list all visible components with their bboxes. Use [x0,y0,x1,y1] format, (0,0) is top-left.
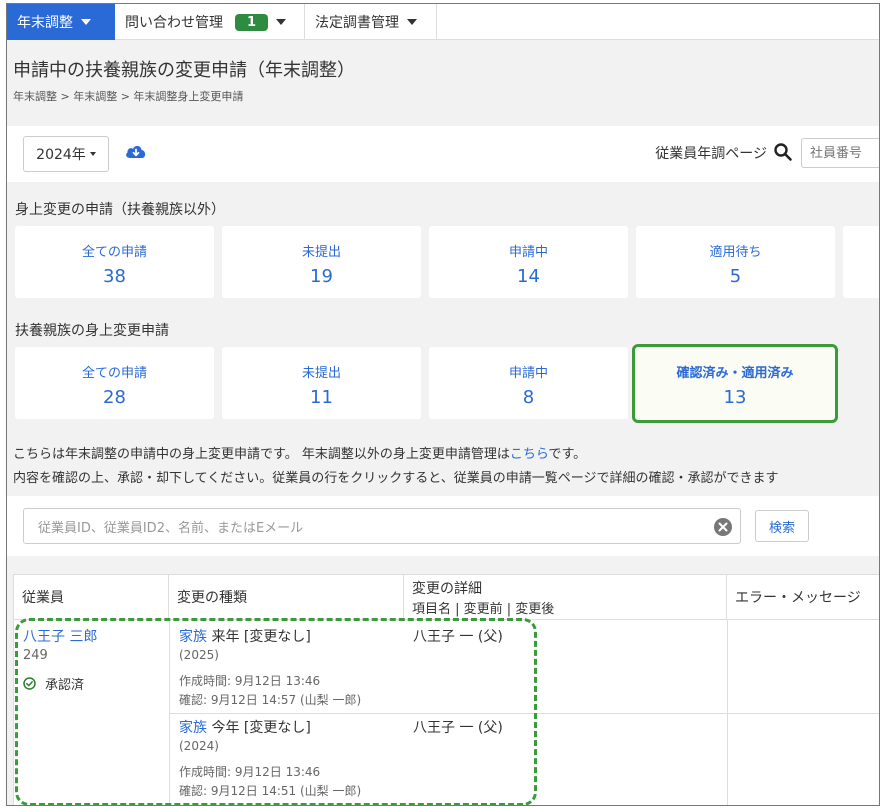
header-label: 変更の種類 [177,590,247,606]
created-time: 作成時間: 9月12日 13:46 [179,674,321,688]
status-label: 承認済 [45,678,85,693]
family-link[interactable]: 家族 [179,629,207,645]
dependent-section-title: 扶養親族の身上変更申請 [15,323,169,339]
created-time: 作成時間: 9月12日 13:46 [179,765,321,779]
info-line-2: 内容を確認の上、承認・却下してください。従業員の行をクリックすると、従業員の申請… [13,471,779,486]
stat-card-pending[interactable]: 申請中 14 [429,226,628,298]
column-header-details: 変更の詳細 項目名 | 変更前 | 変更後 [404,574,727,620]
year-select-value: 2024年 [36,147,86,163]
stat-card-awaiting-apply[interactable]: 適用待ち 5 [636,226,835,298]
app-frame: 年末調整 問い合わせ管理 1 法定調書管理 申請中の扶養親族の変更申請（年末調整… [6,3,880,806]
requests-table: 従業員 変更の種類 変更の詳細 項目名 | 変更前 | 変更後 エラー・メッセー… [13,574,879,805]
chevron-down-icon [276,19,287,25]
table-border [13,620,14,805]
stat-value: 5 [729,266,742,287]
non-dependent-section-title: 身上変更の申請（扶養親族以外） [15,202,225,218]
other-requests-link[interactable]: こちら [510,447,549,462]
stat-value: 11 [310,387,333,408]
chevron-down-icon [81,19,91,25]
employee-name-link[interactable]: 八王子 三郎 [23,626,97,646]
employee-page-label: 従業員年調ページ [655,146,767,162]
stat-label: 未提出 [301,245,341,260]
stat-value: 14 [517,266,540,287]
stat-label: 適用待ち [709,245,762,260]
check-circle-icon [23,677,36,690]
column-header-employee: 従業員 [13,574,169,620]
stat-label: 申請中 [508,245,548,260]
search-placeholder: 従業員ID、従業員ID2、名前、またはEメール [38,520,304,536]
stat-label: 全ての申請 [81,245,147,260]
dependent-stat-card-unsubmitted[interactable]: 未提出 11 [222,347,421,419]
search-button[interactable]: 検索 [755,510,809,542]
search-icon[interactable] [773,142,793,162]
toolbar: 2024年 従業員年調ページ [7,126,879,182]
stat-label: 申請中 [508,366,548,381]
nav-label: 年末調整 [17,15,73,31]
dependent-stat-card-confirmed[interactable]: 確認済み・適用済み 13 [632,344,838,423]
column-header-change-type: 変更の種類 [169,574,404,620]
family-link[interactable]: 家族 [179,720,207,736]
header-label: 従業員 [22,590,64,606]
cloud-download-icon[interactable] [125,143,147,161]
chevron-down-icon [407,19,417,25]
change-kind-text: 来年 [変更なし] [207,629,311,645]
stat-card-unsubmitted[interactable]: 未提出 19 [222,226,421,298]
nav-label: 問い合わせ管理 [125,15,223,31]
header-label: エラー・メッセージ [735,590,861,606]
stat-card-more[interactable] [843,226,879,298]
search-area: 従業員ID、従業員ID2、名前、またはEメール 検索 [7,496,879,556]
inquiry-count-badge: 1 [235,13,269,31]
breadcrumb: 年末調整 > 年末調整 > 年末調整身上変更申請 [13,90,244,103]
dependent-stat-card-pending[interactable]: 申請中 8 [429,347,628,419]
info-line-1: こちらは年末調整の申請中の身上変更申請です。 年末調整以外の身上変更申請管理はこ… [13,443,586,462]
target-year: (2025) [179,648,219,662]
column-header-error: エラー・メッセージ [727,574,879,620]
employee-number-input[interactable] [801,138,879,168]
confirmed-time: 確認: 9月12日 14:51 (山梨 一郎) [179,784,362,798]
stat-value: 38 [103,266,126,287]
page-title: 申請中の扶養親族の変更申請（年末調整） [13,60,355,81]
clear-icon[interactable] [714,518,732,536]
year-select[interactable]: 2024年 [23,136,109,172]
stat-card-all[interactable]: 全ての申請 38 [15,226,214,298]
stat-value: 13 [723,387,747,408]
top-nav: 年末調整 問い合わせ管理 1 法定調書管理 [7,4,879,40]
change-detail: 八王子 一 (父) [413,629,503,645]
chevron-down-icon [89,152,96,156]
header-label: 変更の詳細 [412,580,482,597]
employee-id: 249 [23,648,48,663]
info-text: こちらは年末調整の申請中の身上変更申請です。 年末調整以外の身上変更申請管理は [13,447,510,462]
nav-label: 法定調書管理 [315,15,399,31]
approval-status: 承認済 [23,674,84,693]
stat-label: 全ての申請 [81,366,147,381]
stat-value: 8 [522,387,535,408]
change-detail: 八王子 一 (父) [413,720,503,736]
nav-statutory-reports[interactable]: 法定調書管理 [305,4,437,40]
change-kind-text: 今年 [変更なし] [207,720,311,736]
header-sublabel: 項目名 | 変更前 | 変更後 [412,601,555,617]
change-kind: 家族 今年 [変更なし] [179,717,311,737]
nav-year-end-adjustment[interactable]: 年末調整 [7,4,115,40]
stat-label: 確認済み・適用済み [676,366,794,381]
confirmed-time: 確認: 9月12日 14:57 (山梨 一郎) [179,693,362,707]
employee-search-input[interactable]: 従業員ID、従業員ID2、名前、またはEメール [23,508,741,544]
nav-inquiry-management[interactable]: 問い合わせ管理 1 [115,4,305,40]
target-year: (2024) [179,739,219,753]
stat-value: 28 [103,387,126,408]
dependent-stat-card-all[interactable]: 全ての申請 28 [15,347,214,419]
stat-value: 19 [310,266,333,287]
info-text: です。 [548,447,587,462]
change-kind: 家族 来年 [変更なし] [179,626,311,646]
stat-label: 未提出 [301,366,341,381]
row-divider [169,713,879,714]
